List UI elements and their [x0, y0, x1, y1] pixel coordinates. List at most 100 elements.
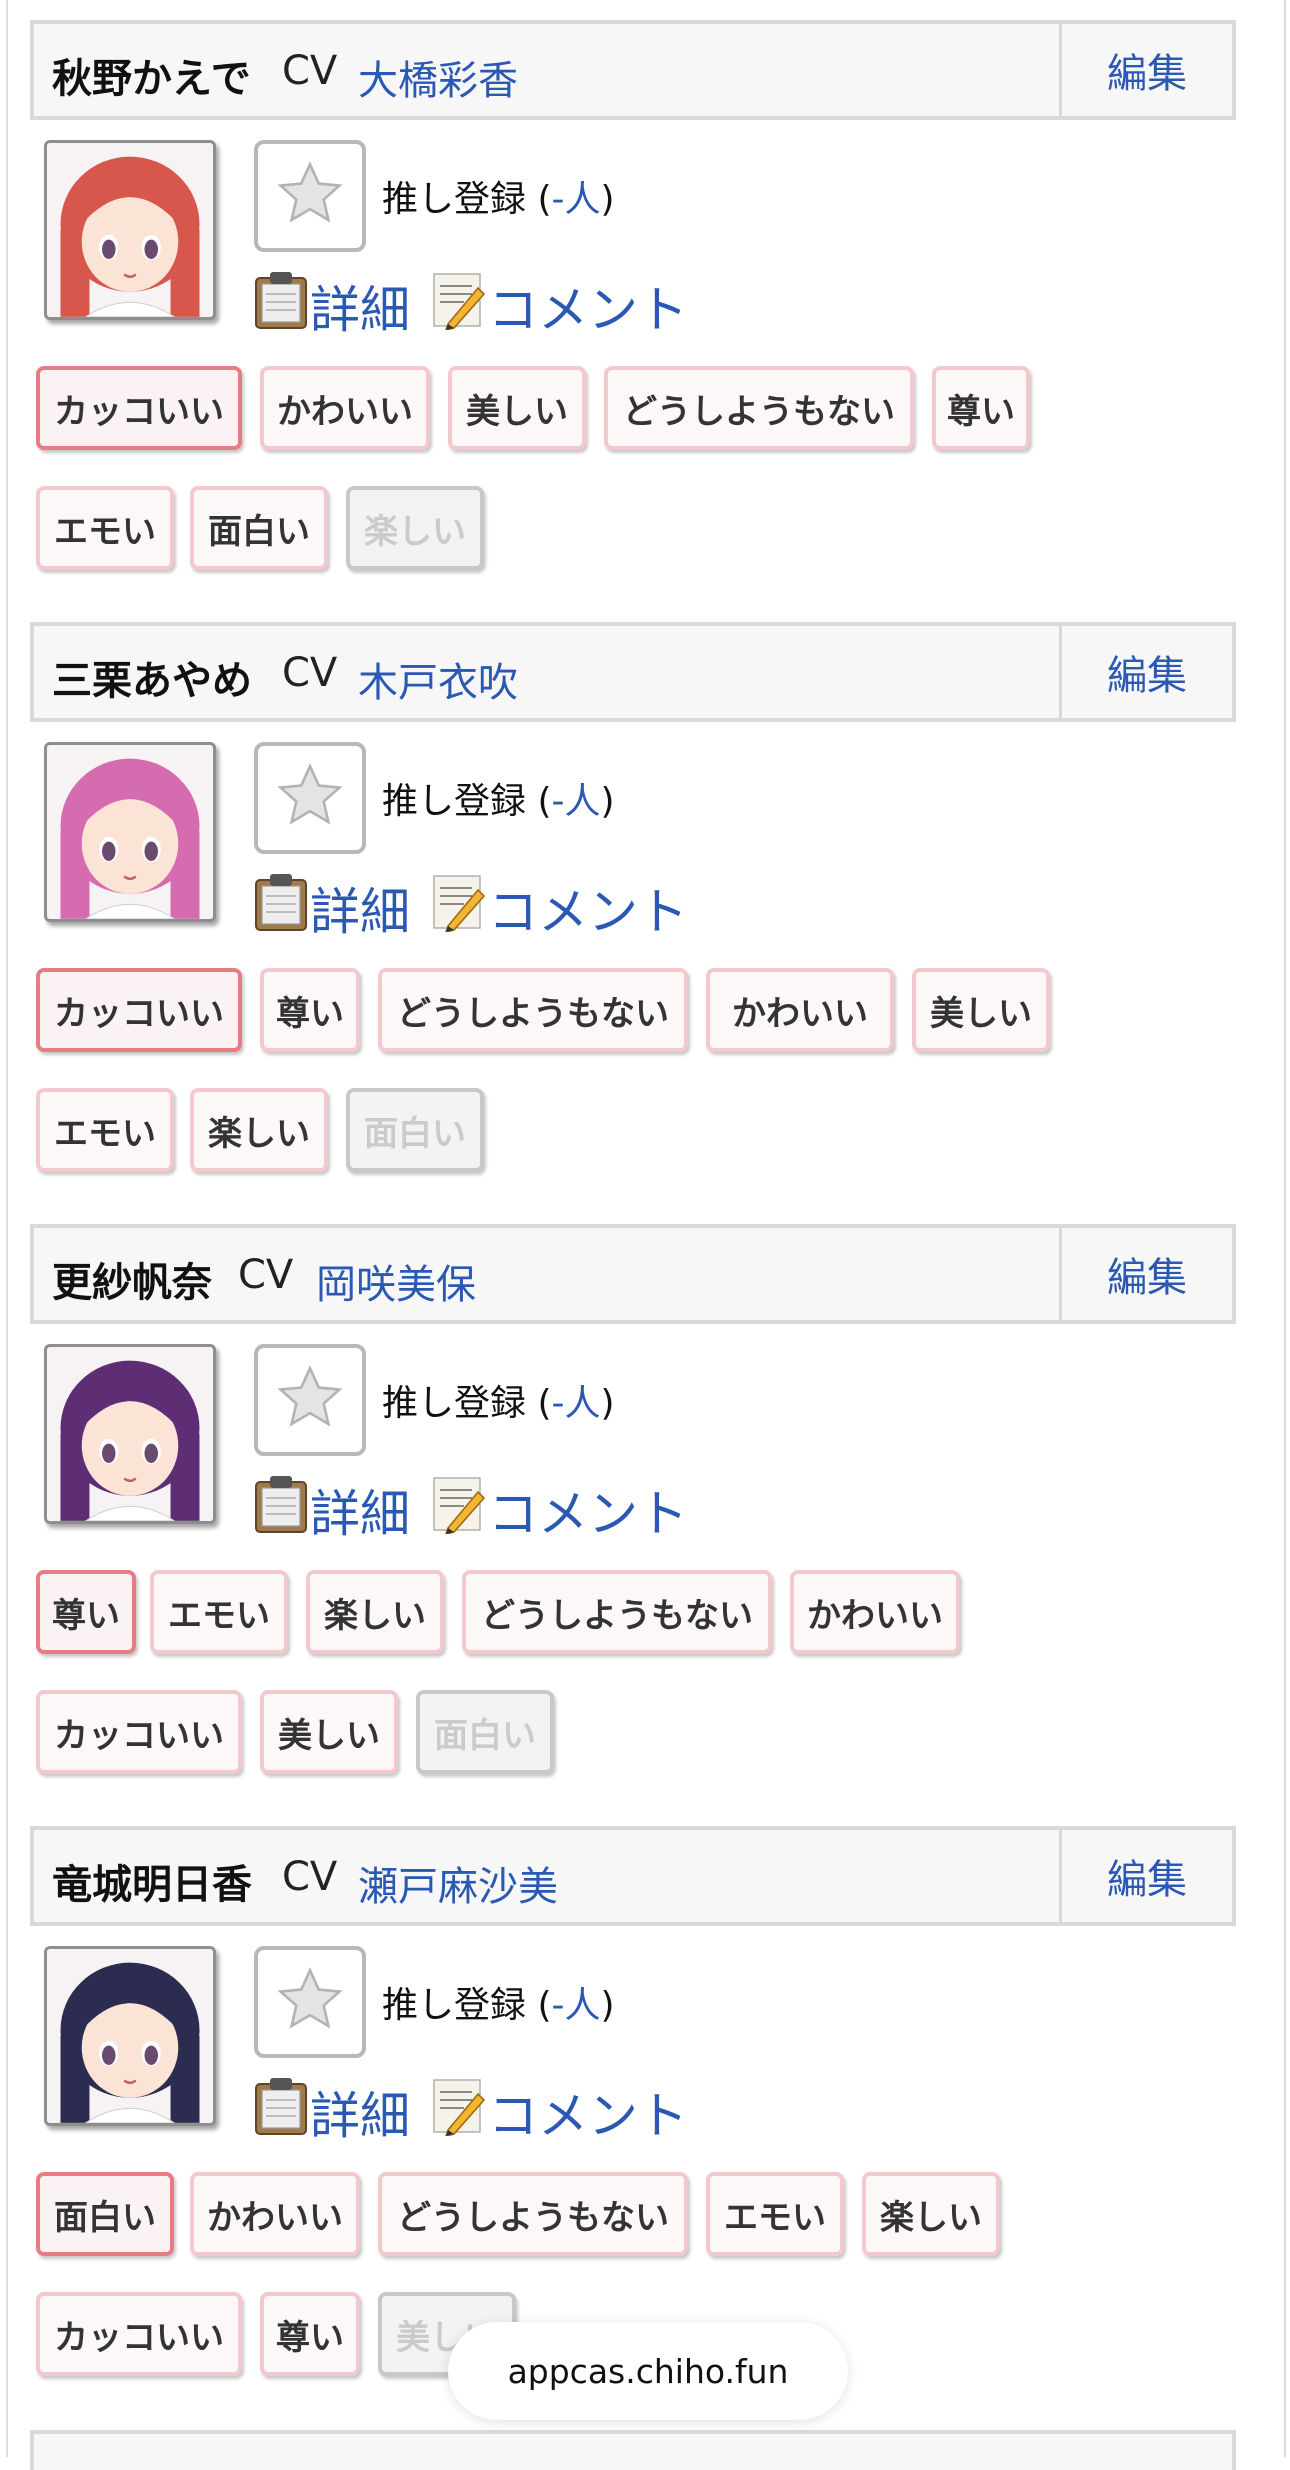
comment-label: コメント [488, 281, 688, 339]
reaction-tag-button[interactable]: 楽しい [306, 1570, 444, 1654]
reaction-tag-button[interactable]: 尊い [932, 366, 1030, 450]
page-border-right [1284, 0, 1286, 2457]
voice-actor-link[interactable]: 大橋彩香 [358, 48, 518, 106]
edit-button[interactable]: 編集 [1059, 1830, 1232, 1922]
detail-link[interactable]: 詳細 [254, 1474, 410, 1546]
card-header: 秋野かえで CV 大橋彩香 編集 [30, 20, 1236, 120]
character-name: 三栗あやめ [52, 658, 252, 704]
character-avatar[interactable] [44, 140, 216, 320]
comment-label: コメント [488, 883, 688, 941]
character-avatar[interactable] [44, 1344, 216, 1524]
reaction-tag-button[interactable]: 尊い [260, 2292, 360, 2376]
card-header: 竜城明日香 CV 瀬戸麻沙美 編集 [30, 1826, 1236, 1926]
edit-button[interactable]: 編集 [1059, 626, 1232, 718]
detail-link[interactable]: 詳細 [254, 2076, 410, 2148]
reaction-tag-button[interactable]: カッコいい [36, 366, 242, 450]
clipboard-icon [254, 872, 310, 944]
reaction-tag-button[interactable]: かわいい [706, 968, 894, 1052]
clipboard-icon [254, 1474, 310, 1546]
page-border-left [6, 0, 8, 2457]
star-icon [275, 761, 345, 835]
oshi-star-button[interactable] [254, 742, 366, 854]
reaction-tag-button[interactable]: 美しい [448, 366, 586, 450]
reaction-tag-button[interactable]: エモい [36, 1088, 174, 1172]
comment-link[interactable]: コメント [432, 872, 688, 944]
edit-button[interactable]: 編集 [1059, 1228, 1232, 1320]
oshi-label: 推し登録 ( [382, 1985, 552, 2026]
oshi-star-button[interactable] [254, 1946, 366, 2058]
oshi-count[interactable]: -人 [552, 1985, 601, 2026]
star-icon [275, 1363, 345, 1437]
cv-label: CV [282, 48, 338, 94]
memo-pencil-icon [432, 872, 488, 944]
reaction-tag-button[interactable]: 尊い [36, 1570, 136, 1654]
star-icon [275, 1965, 345, 2039]
reaction-tag-button[interactable]: どうしようもない [604, 366, 914, 450]
detail-label: 詳細 [310, 281, 410, 339]
reaction-tag-button[interactable]: カッコいい [36, 968, 242, 1052]
detail-link[interactable]: 詳細 [254, 270, 410, 342]
oshi-registration: 推し登録 (-人) [382, 170, 615, 222]
reaction-tag-button[interactable]: かわいい [190, 2172, 360, 2256]
reaction-tag-button[interactable]: カッコいい [36, 1690, 242, 1774]
memo-pencil-icon [432, 2076, 488, 2148]
reaction-tag-button[interactable]: 美しい [912, 968, 1050, 1052]
reaction-tag-button[interactable]: 楽しい [346, 486, 484, 570]
comment-label: コメント [488, 1485, 688, 1543]
reaction-tag-button[interactable]: 尊い [260, 968, 360, 1052]
oshi-label: 推し登録 ( [382, 1383, 552, 1424]
character-card: 三栗あやめ CV 木戸衣吹 編集推し登録 (-人) 詳細 コメントカッコいい 尊い どうしよう… [30, 622, 1236, 1222]
card-header: 更紗帆奈 CV 岡咲美保 編集 [30, 1224, 1236, 1324]
reaction-tag-button[interactable]: 面白い [346, 1088, 484, 1172]
oshi-count[interactable]: -人 [552, 179, 601, 220]
oshi-registration: 推し登録 (-人) [382, 772, 615, 824]
cv-label: CV [282, 650, 338, 696]
reaction-tag-button[interactable]: どうしようもない [462, 1570, 772, 1654]
reaction-tag-button[interactable]: エモい [36, 486, 174, 570]
reaction-tag-button[interactable]: 美しい [260, 1690, 398, 1774]
star-icon [275, 159, 345, 233]
character-name: 秋野かえで [52, 56, 251, 102]
clipboard-icon [254, 2076, 310, 2148]
reaction-tag-button[interactable]: エモい [706, 2172, 844, 2256]
voice-actor-link[interactable]: 木戸衣吹 [358, 650, 518, 708]
detail-label: 詳細 [310, 2087, 410, 2145]
reaction-tag-button[interactable]: 面白い [36, 2172, 174, 2256]
comment-link[interactable]: コメント [432, 1474, 688, 1546]
oshi-close: ) [600, 1985, 615, 2026]
url-toast: appcas.chiho.fun [448, 2322, 848, 2420]
reaction-tag-button[interactable]: 面白い [190, 486, 328, 570]
oshi-registration: 推し登録 (-人) [382, 1374, 615, 1426]
detail-link[interactable]: 詳細 [254, 872, 410, 944]
oshi-registration: 推し登録 (-人) [382, 1976, 615, 2028]
character-avatar[interactable] [44, 742, 216, 922]
edit-button[interactable]: 編集 [1059, 24, 1232, 116]
reaction-tag-button[interactable]: 面白い [416, 1690, 554, 1774]
reaction-tag-button[interactable]: かわいい [260, 366, 430, 450]
reaction-tag-button[interactable]: どうしようもない [378, 968, 688, 1052]
card-header: 三栗あやめ CV 木戸衣吹 編集 [30, 622, 1236, 722]
clipboard-icon [254, 270, 310, 342]
cv-label: CV [282, 1854, 338, 1900]
comment-link[interactable]: コメント [432, 2076, 688, 2148]
cv-label: CV [238, 1252, 294, 1298]
comment-link[interactable]: コメント [432, 270, 688, 342]
character-card: 更紗帆奈 CV 岡咲美保 編集 推し登録 (-人) 詳細 コメント 尊い エモい 楽しい どうしよう… [30, 1224, 1236, 1824]
voice-actor-link[interactable]: 岡咲美保 [316, 1252, 476, 1310]
reaction-tag-button[interactable]: どうしようもない [378, 2172, 688, 2256]
oshi-label: 推し登録 ( [382, 179, 552, 220]
character-avatar[interactable] [44, 1946, 216, 2126]
oshi-star-button[interactable] [254, 1344, 366, 1456]
reaction-tag-button[interactable]: カッコいい [36, 2292, 242, 2376]
reaction-tag-button[interactable]: 楽しい [190, 1088, 328, 1172]
reaction-tag-button[interactable]: 楽しい [862, 2172, 1000, 2256]
oshi-close: ) [600, 1383, 615, 1424]
oshi-star-button[interactable] [254, 140, 366, 252]
oshi-count[interactable]: -人 [552, 781, 601, 822]
reaction-tag-button[interactable]: エモい [150, 1570, 288, 1654]
voice-actor-link[interactable]: 瀬戸麻沙美 [358, 1854, 558, 1912]
character-name: 竜城明日香 [52, 1862, 252, 1908]
reaction-tag-button[interactable]: かわいい [790, 1570, 960, 1654]
oshi-count[interactable]: -人 [552, 1383, 601, 1424]
detail-label: 詳細 [310, 1485, 410, 1543]
